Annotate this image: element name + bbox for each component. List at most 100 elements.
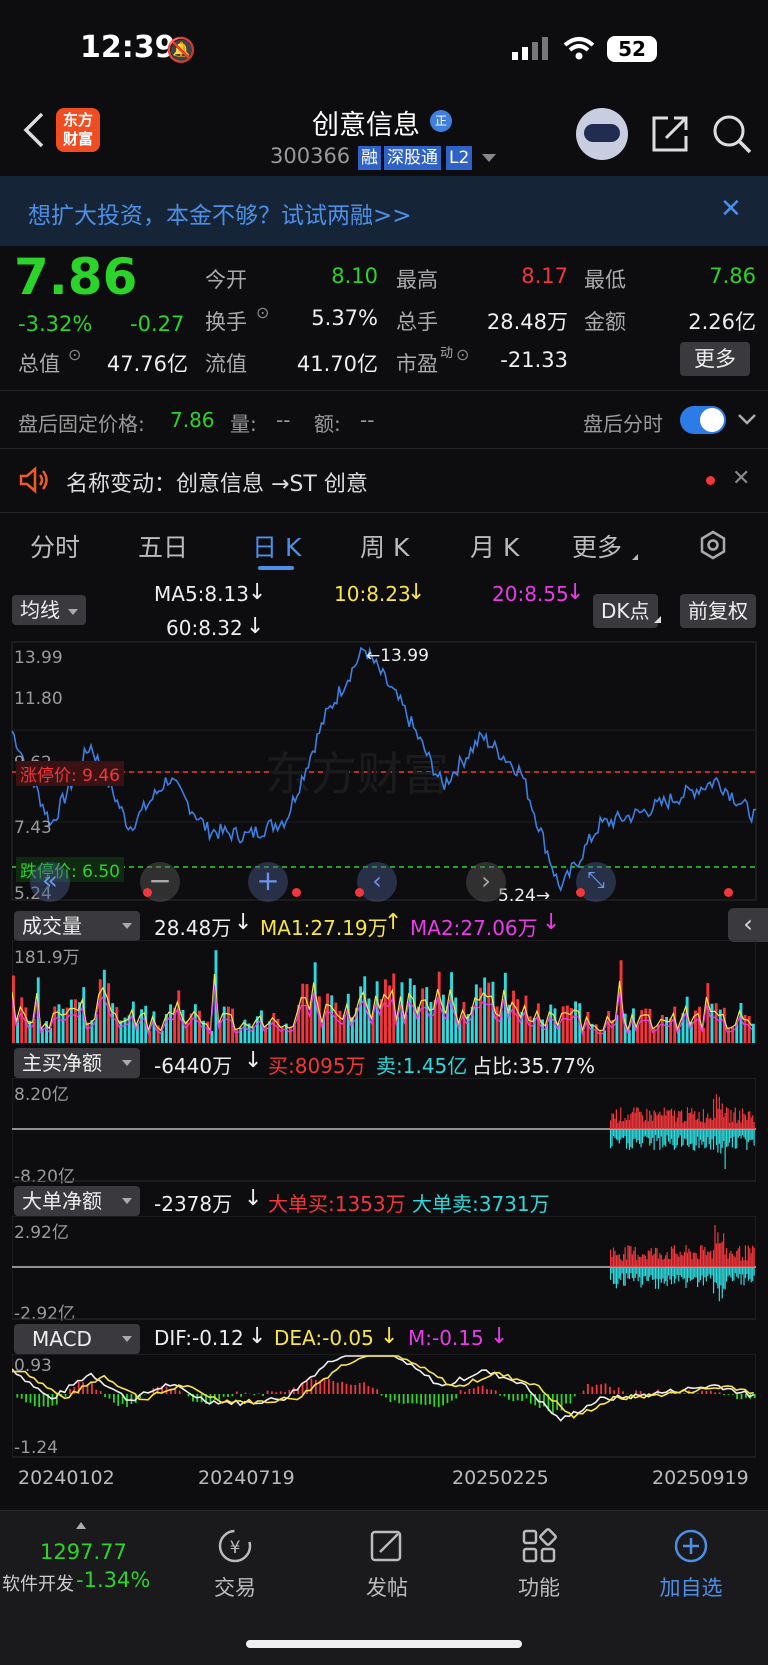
flow-bar-down <box>688 1267 690 1278</box>
volume-bar <box>288 1027 292 1043</box>
flow-bar-up <box>657 1258 660 1267</box>
flow-bar-up <box>739 1110 741 1129</box>
flow-bar-down <box>730 1129 732 1139</box>
flow-bar-up <box>627 1245 629 1267</box>
flow-bar-down <box>625 1129 628 1149</box>
next-icon[interactable]: › <box>466 862 506 902</box>
collapse-panel-button[interactable]: ‹ <box>728 908 768 942</box>
flow-bar-up <box>746 1260 748 1267</box>
flow-bar-down <box>666 1129 668 1136</box>
more-button[interactable]: 更多 <box>680 342 750 376</box>
chevron-down-icon[interactable] <box>738 414 756 426</box>
back-icon[interactable] <box>22 112 46 148</box>
flow-bar-down <box>733 1267 735 1281</box>
big-order-selector[interactable]: 大单净额 <box>14 1186 140 1216</box>
flow-bar-down <box>712 1267 715 1294</box>
flow-bar-down <box>737 1129 739 1138</box>
flow-bar-down <box>615 1129 617 1140</box>
info-icon[interactable]: ⊙ <box>68 345 81 364</box>
nav-add-watchlist[interactable]: 加自选 <box>636 1528 746 1602</box>
macd-selector[interactable]: MACD <box>14 1324 140 1354</box>
macd-bar <box>82 1382 84 1394</box>
period-tabs: 分时 五日 日 K 周 K 月 K 更多 <box>0 528 768 568</box>
flow-bar-down <box>708 1129 710 1145</box>
macd-bar <box>328 1379 330 1394</box>
volume-bar <box>222 1006 226 1043</box>
event-dot[interactable] <box>576 888 585 897</box>
macd-bar <box>573 1394 576 1397</box>
robot-avatar-icon[interactable] <box>576 108 628 160</box>
flow-bar-down <box>720 1129 722 1154</box>
gear-icon[interactable] <box>698 530 728 560</box>
macd-bar <box>253 1394 256 1396</box>
prev-icon[interactable]: ‹ <box>357 862 397 902</box>
dk-point-button[interactable]: DK点 <box>593 594 658 628</box>
macd-bar <box>354 1385 357 1394</box>
volume-chart[interactable] <box>12 940 756 1044</box>
flow-bar-up <box>623 1254 625 1267</box>
info-icon[interactable]: ⊙ <box>456 345 469 364</box>
volume-selector[interactable]: 成交量 <box>14 911 140 941</box>
volume-arrow: ↓ <box>234 910 253 935</box>
flow-bar-up <box>668 1110 670 1129</box>
chevron-down-icon[interactable] <box>482 154 496 164</box>
main-buy-selector[interactable]: 主买净额 <box>14 1048 140 1078</box>
macd-bar <box>490 1389 493 1394</box>
zoom-in-icon[interactable]: + <box>248 862 288 902</box>
flow-bar-up <box>621 1260 623 1267</box>
macd-bar <box>25 1394 27 1403</box>
tab-rik[interactable]: 日 K <box>252 528 301 564</box>
flow-bar-up <box>652 1255 654 1267</box>
event-dot[interactable] <box>355 888 364 897</box>
tab-wuri[interactable]: 五日 <box>138 528 188 564</box>
tab-yuek[interactable]: 月 K <box>470 528 519 564</box>
flow-bar-down <box>723 1267 725 1289</box>
flow-bar-up <box>731 1253 733 1267</box>
main-buy-chart[interactable] <box>12 1078 756 1182</box>
event-dot[interactable] <box>724 888 733 897</box>
after-hours-vol-label: 量: <box>230 412 257 436</box>
adjust-button[interactable]: 前复权 <box>680 594 756 628</box>
nav-post[interactable]: 发帖 <box>332 1528 442 1602</box>
index-name[interactable]: 软件开发 <box>2 1570 74 1596</box>
flow-bar-up <box>663 1258 665 1267</box>
macd-chart[interactable] <box>12 1354 756 1458</box>
notice-text[interactable]: 名称变动：创意信息 →ST 创意 <box>66 466 368 498</box>
event-dot[interactable] <box>143 888 152 897</box>
flow-bar-down <box>611 1129 613 1147</box>
macd-dif-arrow: ↓ <box>248 1324 267 1349</box>
tab-fenshi[interactable]: 分时 <box>30 528 80 564</box>
after-hours-toggle[interactable] <box>680 406 726 434</box>
flow-bar-up <box>731 1121 733 1129</box>
label-amount: 金额 <box>584 310 626 334</box>
share-icon[interactable] <box>650 114 690 154</box>
search-icon[interactable] <box>712 114 752 154</box>
flow-bar-up <box>692 1114 694 1129</box>
flow-bar-down <box>649 1267 651 1277</box>
flow-bar-up <box>697 1118 699 1129</box>
flow-bar-up <box>743 1113 745 1129</box>
big-order-chart[interactable] <box>12 1216 756 1320</box>
index-value[interactable]: 1297.77 <box>40 1540 127 1564</box>
high-mark: ←13.99 <box>366 646 429 666</box>
function-icon <box>522 1528 557 1563</box>
shift-left-icon[interactable]: « <box>30 862 70 902</box>
macd-bar <box>516 1394 519 1401</box>
close-icon[interactable]: ✕ <box>720 194 742 224</box>
flow-bar-down <box>747 1129 749 1143</box>
macd-bar <box>222 1394 225 1397</box>
flow-bar-up <box>750 1253 752 1267</box>
flow-bar-up <box>669 1110 671 1129</box>
ma-selector[interactable]: 均线 <box>12 595 86 625</box>
nav-trade[interactable]: ¥ 交易 <box>180 1528 290 1602</box>
nav-function[interactable]: 功能 <box>484 1528 594 1602</box>
tab-zhouk[interactable]: 周 K <box>360 528 409 564</box>
tab-more[interactable]: 更多 <box>572 528 622 564</box>
macd-bar <box>51 1394 54 1406</box>
flow-bar-up <box>643 1254 645 1267</box>
close-icon[interactable]: ✕ <box>732 466 750 491</box>
label-float: 流值 <box>205 352 247 376</box>
index-pct[interactable]: -1.34% <box>76 1568 150 1592</box>
info-icon[interactable]: ⊙ <box>256 303 269 322</box>
event-dot[interactable] <box>292 888 301 897</box>
